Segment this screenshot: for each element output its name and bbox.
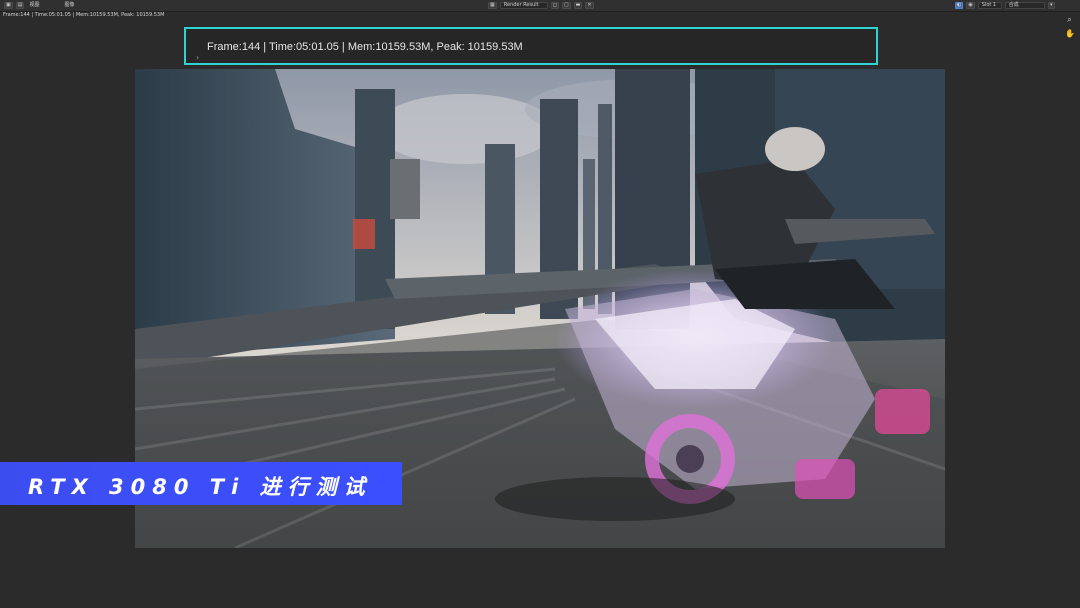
display-channels-icon[interactable]: ◐ [955, 2, 964, 9]
stats-callout-highlight: Frame:144 | Time:05:01.05 | Mem:10159.53… [184, 27, 878, 65]
open-folder-icon[interactable]: ▬ [573, 2, 583, 9]
render-stats: Frame:144 | Time:05:01.05 | Mem:10159.53… [3, 12, 165, 18]
image-name-field[interactable]: Render Result [499, 2, 548, 9]
fake-user-icon[interactable]: ◻ [550, 2, 559, 9]
header-center: ▦ Render Result ◻ ▢ ▬ ✕ [488, 0, 594, 11]
layer-dropdown[interactable]: 合成 [1004, 2, 1045, 9]
magnifier-icon[interactable]: ⌕ [1065, 15, 1074, 24]
banner-text: RTX 3080 Ti 进行测试 [28, 475, 372, 499]
hand-icon[interactable]: ✋ [1065, 29, 1075, 38]
image-name-label: Render Result [503, 2, 539, 8]
callout-stats-text: Frame:144 | Time:05:01.05 | Mem:10159.53… [207, 41, 523, 53]
image-browse-icon[interactable]: ▦ [488, 2, 497, 9]
image-editor-header: ▣ ▤ 视图 图像 ▦ Render Result ◻ ▢ ▬ ✕ ◐ ◉ Sl… [0, 0, 1080, 12]
menu-view[interactable]: 视图 [27, 0, 41, 11]
header-right: ◐ ◉ Slot 1 合成 ▾ [955, 0, 1055, 11]
new-image-icon[interactable]: ▢ [561, 2, 571, 9]
close-image-icon[interactable]: ✕ [585, 2, 594, 9]
editor-type-icon[interactable]: ▣ [4, 2, 13, 9]
slot-dropdown[interactable]: Slot 1 [977, 2, 1002, 9]
header-left: ▣ ▤ 视图 图像 [4, 0, 77, 11]
slot-label: Slot 1 [981, 2, 997, 8]
overlay-icon[interactable]: ◉ [966, 2, 975, 9]
title-banner: RTX 3080 Ti 进行测试 [0, 462, 402, 505]
layer-label: 合成 [1008, 2, 1019, 8]
chevron-right-icon: › [196, 53, 200, 62]
view-options-icon[interactable]: ▾ [1047, 2, 1055, 9]
mode-icon[interactable]: ▤ [15, 2, 25, 9]
menu-image[interactable]: 图像 [62, 0, 76, 11]
